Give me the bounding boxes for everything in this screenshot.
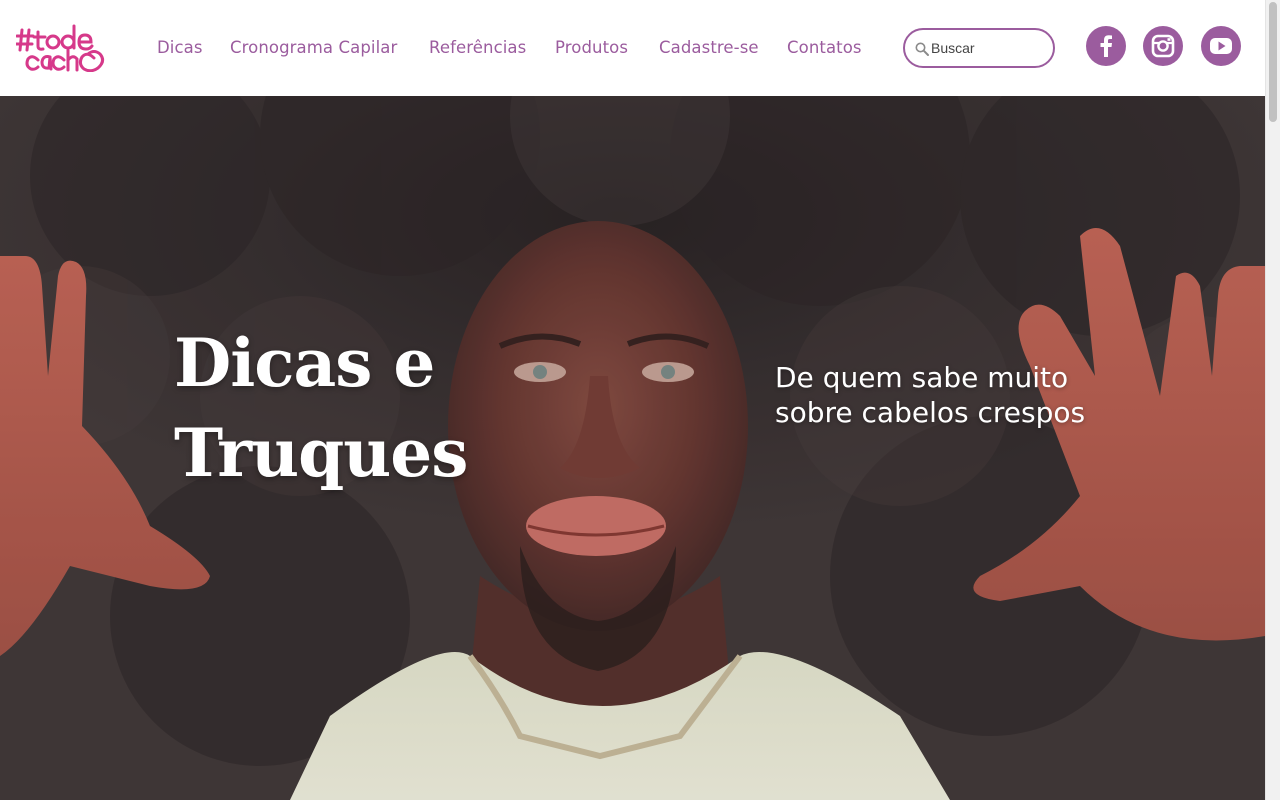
facebook-icon xyxy=(1100,35,1112,57)
page-scrollbar[interactable] xyxy=(1265,0,1280,800)
facebook-button[interactable] xyxy=(1086,26,1126,66)
youtube-button[interactable] xyxy=(1201,26,1241,66)
nav-item-dicas[interactable]: Dicas xyxy=(157,37,203,59)
search-input[interactable] xyxy=(931,38,1043,58)
nav-item-cronograma-capilar[interactable]: Cronograma Capilar xyxy=(230,37,397,59)
site-header: Dicas Cronograma Capilar Referências Pro… xyxy=(0,0,1265,96)
nav-item-produtos[interactable]: Produtos xyxy=(555,37,628,59)
nav-item-cadastre-se[interactable]: Cadastre-se xyxy=(659,37,759,59)
hero-title: Dicas e Truques xyxy=(174,324,468,492)
instagram-icon xyxy=(1151,34,1175,58)
hero-subtitle: De quem sabe muito sobre cabelos crespos xyxy=(775,361,1086,429)
nav-item-contatos[interactable]: Contatos xyxy=(787,37,862,59)
search-box xyxy=(903,28,1055,68)
site-logo[interactable] xyxy=(14,24,110,73)
logo-image xyxy=(14,24,105,73)
hero-banner: Dicas e Truques De quem sabe muito sobre… xyxy=(0,96,1265,800)
nav-item-referencias[interactable]: Referências xyxy=(429,37,526,59)
instagram-button[interactable] xyxy=(1143,26,1183,66)
youtube-icon xyxy=(1210,38,1232,54)
scrollbar-thumb[interactable] xyxy=(1269,2,1277,122)
search-icon xyxy=(914,41,930,57)
